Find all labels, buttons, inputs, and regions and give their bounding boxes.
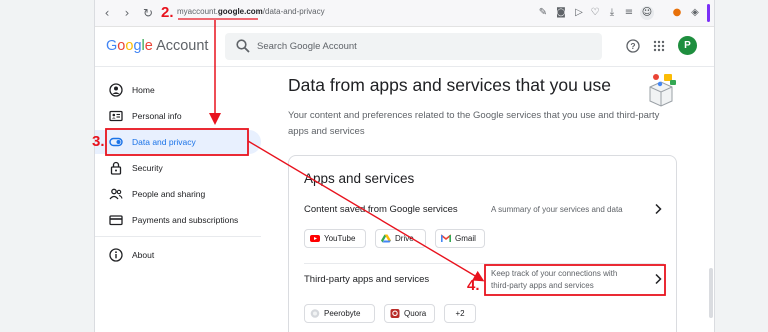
url-prefix: myaccount. [177, 7, 218, 16]
address-bar[interactable]: myaccount.google.com/data-and-privacy [177, 7, 325, 16]
step-2-label: 2. [161, 4, 174, 21]
apps-and-services-card: Apps and services Content saved from Goo… [288, 155, 677, 332]
google-account-logo[interactable]: Google Account [106, 38, 208, 54]
url-path: /data-and-privacy [262, 7, 325, 16]
chevron-right-icon [655, 273, 662, 285]
browser-window: ‹ › ↻ myaccount.google.com/data-and-priv… [94, 0, 715, 332]
row-divider [304, 263, 664, 264]
play-icon[interactable]: ▷ [572, 6, 586, 20]
chevron-right-icon [655, 203, 662, 215]
main-content: Data from apps and services that you use… [267, 68, 714, 332]
search-icon [236, 39, 250, 53]
peerobyte-icon [310, 309, 320, 318]
card-title: Apps and services [304, 171, 415, 186]
account-header: Google Account ? P [95, 27, 714, 67]
home-icon [109, 83, 123, 97]
help-icon[interactable]: ? [626, 39, 640, 53]
google-wordmark: Google [106, 38, 153, 54]
sidebar-item-label: Personal info [132, 111, 182, 121]
search-input[interactable] [257, 33, 587, 60]
toggle-icon [109, 137, 123, 147]
edit-icon[interactable]: ✎ [536, 6, 550, 20]
data-box-illustration [649, 74, 676, 107]
url-domain: google.com [217, 7, 263, 16]
chip-more[interactable]: +2 [444, 304, 476, 323]
step-4-label: 4. [467, 277, 480, 294]
youtube-icon [310, 235, 320, 242]
brand-account-label: Account [156, 38, 209, 54]
row-description: A summary of your services and data [491, 205, 623, 214]
chip-peerobyte[interactable]: Peerobyte [304, 304, 375, 323]
sidebar-item-label: Payments and subscriptions [132, 215, 239, 225]
people-icon [109, 188, 123, 200]
id-card-icon [109, 110, 123, 122]
page-title: Data from apps and services that you use [288, 75, 611, 95]
svg-text:?: ? [630, 41, 635, 51]
sidebar-item-payments-and-subscriptions[interactable]: Payments and subscriptions [95, 208, 261, 232]
step-3-label: 3. [92, 133, 105, 150]
chip-youtube[interactable]: YouTube [304, 229, 366, 248]
row-title: Content saved from Google services [304, 204, 458, 215]
sidebar-item-data-and-privacy[interactable]: Data and privacy [95, 130, 261, 154]
credit-card-icon [109, 215, 123, 226]
sidebar-item-security[interactable]: Security [95, 156, 261, 180]
sidebar-item-label: Data and privacy [132, 137, 196, 147]
forward-icon[interactable]: › [119, 5, 135, 21]
search-box[interactable] [225, 33, 602, 60]
avatar[interactable]: P [678, 36, 697, 55]
chip-label: YouTube [324, 234, 356, 243]
sidebar-item-about[interactable]: About [95, 243, 261, 267]
chip-label: Peerobyte [324, 309, 361, 318]
chip-drive[interactable]: Drive [375, 229, 426, 248]
drive-icon [381, 234, 391, 243]
chip-gmail[interactable]: Gmail [435, 229, 485, 248]
info-icon [109, 248, 123, 262]
sidebar-item-label: People and sharing [132, 189, 206, 199]
sidebar-item-personal-info[interactable]: Personal info [95, 104, 261, 128]
sidebar-toggle-bar[interactable] [707, 4, 710, 22]
chip-label: Quora [404, 309, 427, 318]
quora-icon [390, 309, 400, 318]
sidebar-item-home[interactable]: Home [95, 78, 261, 102]
lock-icon [110, 161, 122, 175]
row-description-line: Keep track of your connections with [491, 269, 618, 278]
apps-grid-icon[interactable] [653, 40, 665, 52]
sidebar-divider [95, 236, 261, 237]
row-description: Keep track of your connections with thir… [491, 268, 617, 292]
download-icon[interactable]: ⤓ [605, 6, 619, 20]
extension-fox-icon[interactable]: ● [670, 6, 684, 20]
sidebar: Home Personal info Data and privacy Secu… [95, 68, 267, 332]
scrollbar[interactable] [709, 268, 713, 318]
sidebar-item-people-and-sharing[interactable]: People and sharing [95, 182, 261, 206]
back-icon[interactable]: ‹ [99, 5, 115, 21]
profile-icon[interactable]: ☺ [640, 6, 654, 20]
page-description: Your content and preferences related to … [288, 110, 660, 137]
reload-icon[interactable]: ↻ [140, 5, 156, 21]
sidebar-item-label: Home [132, 85, 155, 95]
gmail-icon [441, 234, 451, 242]
row-title: Third-party apps and services [304, 274, 430, 285]
heart-icon[interactable]: ♡ [588, 6, 602, 20]
sidebar-item-label: Security [132, 163, 163, 173]
chip-label: +2 [455, 309, 465, 318]
menu-icon[interactable]: ≡ [622, 6, 636, 20]
chip-label: Gmail [455, 234, 476, 243]
browser-toolbar: ‹ › ↻ myaccount.google.com/data-and-priv… [95, 0, 714, 27]
chip-label: Drive [395, 234, 414, 243]
extension-puzzle-icon[interactable]: ◈ [688, 6, 702, 20]
chip-quora[interactable]: Quora [384, 304, 435, 323]
camera-icon[interactable]: ◙ [554, 6, 568, 20]
sidebar-item-label: About [132, 250, 155, 260]
row-description-line: third-party apps and services [491, 281, 594, 290]
